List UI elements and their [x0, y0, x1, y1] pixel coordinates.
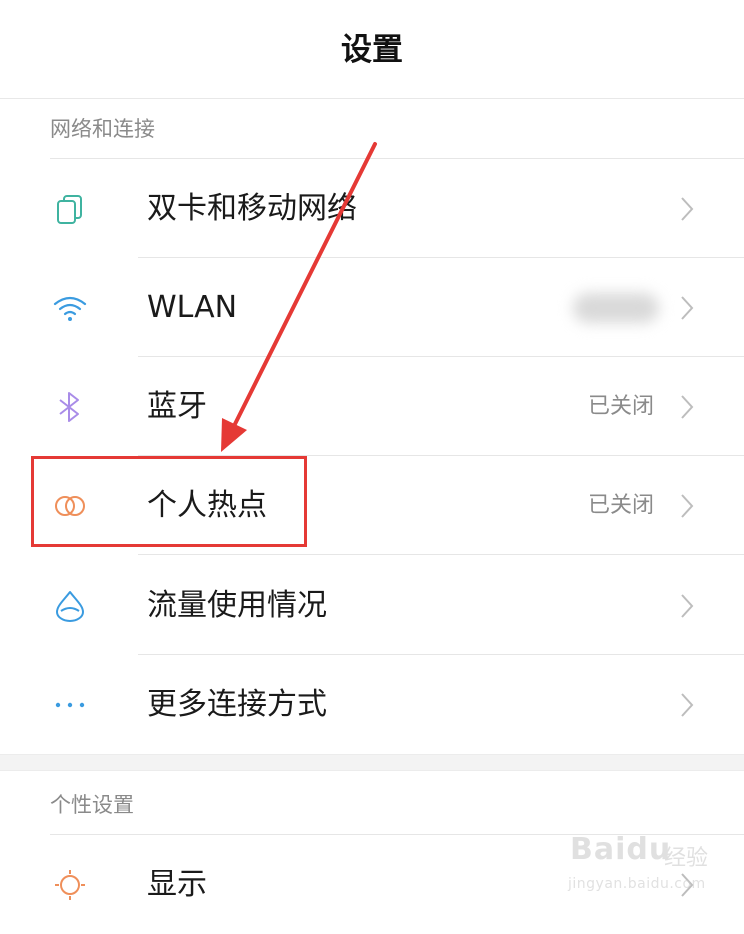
data-drop-icon	[56, 591, 84, 622]
watermark-brand: Baidu	[570, 832, 672, 867]
chevron-right-icon	[681, 395, 694, 419]
status-value: 已关闭	[587, 493, 654, 518]
section-separator	[0, 754, 744, 771]
brightness-icon	[55, 870, 85, 900]
header: 设置	[0, 0, 744, 99]
sim-cards-icon	[57, 195, 82, 224]
section-title-personalization: 个性设置	[50, 793, 134, 817]
settings-item-label: 双卡和移动网络	[147, 191, 357, 226]
section-title-network: 网络和连接	[50, 117, 155, 141]
blurred-network-name	[573, 293, 659, 323]
divider	[138, 554, 744, 555]
settings-item-label: 显示	[147, 867, 207, 902]
watermark-url: jingyan.baidu.com	[568, 876, 706, 892]
bluetooth-icon	[59, 392, 79, 422]
chevron-right-icon	[681, 594, 694, 618]
more-dots-icon	[55, 702, 85, 708]
chevron-right-icon	[681, 197, 694, 221]
settings-item-label: 流量使用情况	[147, 588, 327, 623]
watermark-brand-cn: 经验	[664, 846, 709, 871]
chevron-right-icon	[681, 494, 694, 518]
settings-item-label: 蓝牙	[147, 389, 207, 424]
settings-item-data-usage[interactable]: 流量使用情况	[0, 556, 744, 655]
status-value: 已关闭	[587, 394, 654, 419]
settings-item-more-connections[interactable]: 更多连接方式	[0, 655, 744, 754]
settings-item-dual-sim[interactable]: 双卡和移动网络	[0, 159, 744, 258]
annotation-highlight-box	[31, 456, 307, 547]
wifi-icon	[53, 296, 87, 321]
settings-item-label: 更多连接方式	[147, 687, 327, 722]
watermark: Baidu 经验 jingyan.baidu.com	[566, 826, 736, 906]
page-title: 设置	[341, 31, 403, 68]
chevron-right-icon	[681, 296, 694, 320]
chevron-right-icon	[681, 693, 694, 717]
settings-item-label: WLAN	[147, 290, 238, 325]
settings-item-bluetooth[interactable]: 蓝牙 已关闭	[0, 357, 744, 456]
